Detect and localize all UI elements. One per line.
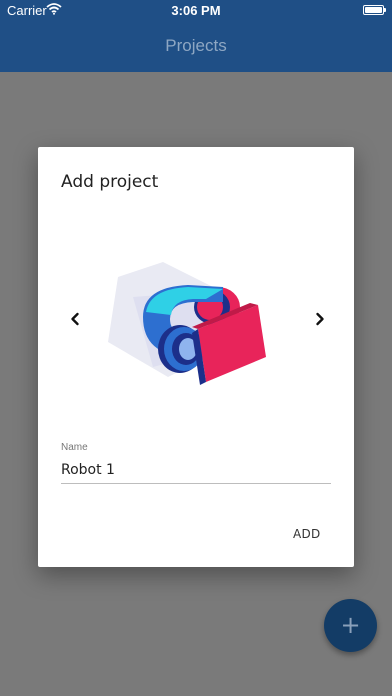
chevron-left-icon: [71, 312, 79, 326]
app-bar: Projects: [0, 20, 392, 72]
name-field-label: Name: [61, 442, 88, 453]
carousel-next-button[interactable]: [308, 307, 332, 331]
page-title: Projects: [165, 36, 227, 55]
plus-icon: +: [340, 611, 361, 639]
add-button[interactable]: ADD: [293, 527, 321, 541]
battery-level: [365, 7, 382, 13]
chevron-right-icon: [316, 312, 324, 326]
dialog-title: Add project: [61, 172, 159, 192]
add-project-dialog: Add project Name ADD: [38, 147, 354, 567]
status-bar: Carrier 3:06 PM: [0, 0, 392, 20]
name-input[interactable]: [61, 456, 331, 484]
carousel-prev-button[interactable]: [63, 307, 87, 331]
clock: 3:06 PM: [171, 3, 221, 18]
robot-illustration: [108, 262, 266, 385]
battery-icon: [363, 5, 386, 15]
add-project-fab[interactable]: +: [324, 599, 377, 652]
